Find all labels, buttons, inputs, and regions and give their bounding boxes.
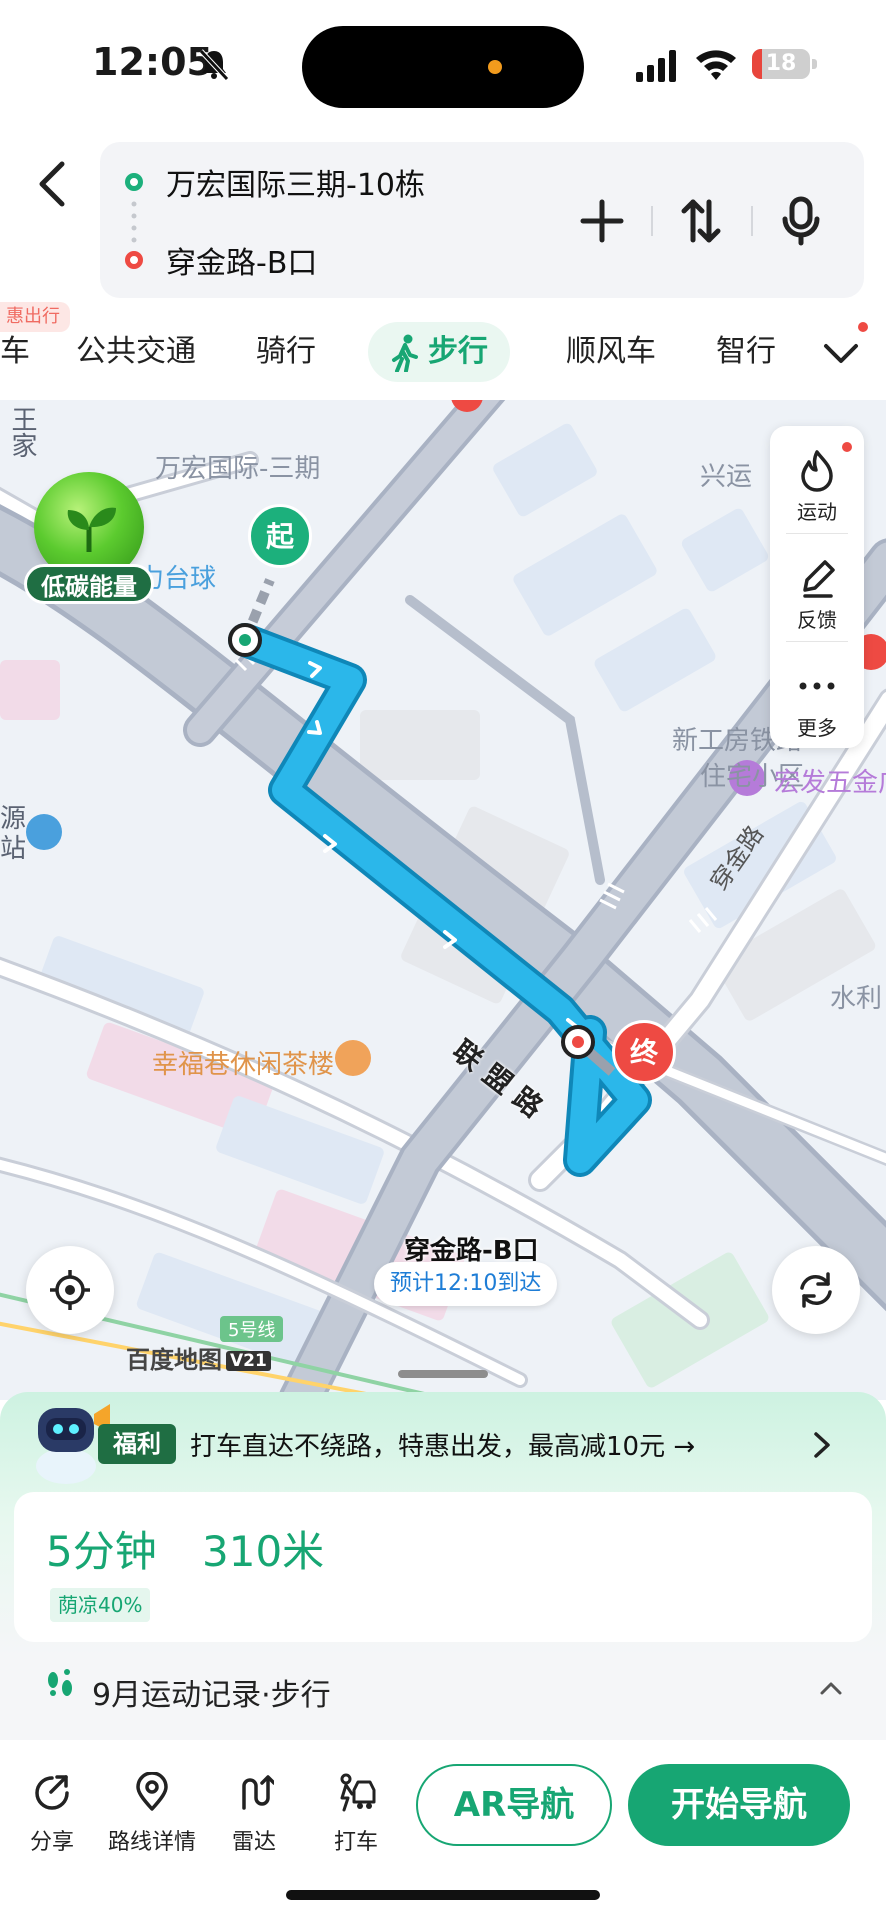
ar-navigation-button[interactable]: AR导航 [416, 1764, 612, 1846]
radar-route-icon [242, 1775, 274, 1810]
wifi-icon [696, 50, 736, 80]
route-distance: 310米 [202, 1527, 325, 1576]
battery-indicator: 18 [752, 49, 810, 79]
share-icon [35, 1775, 69, 1810]
shade-badge: 荫凉40% [50, 1588, 151, 1622]
status-bar: 12:05 18 [0, 0, 886, 130]
chevron-up-icon[interactable] [816, 1676, 846, 1700]
map-label-shuili: 水利 [830, 984, 883, 1014]
taxi-person-icon [340, 1773, 376, 1812]
start-navigation-button[interactable]: 开始导航 [628, 1764, 850, 1846]
feedback-button[interactable]: 反馈 [770, 534, 864, 640]
map-side-panel: 运动 反馈 更多 [770, 426, 864, 748]
low-carbon-energy-button[interactable]: 低碳能量 [24, 472, 154, 622]
more-dots-icon [799, 682, 835, 690]
tab-carpool[interactable]: 顺风车 [566, 322, 656, 382]
promo-badge: 惠出行 [0, 302, 70, 332]
promo-tag: 福利 [98, 1424, 176, 1464]
chevron-right-icon[interactable] [810, 1428, 834, 1462]
start-location-field[interactable]: 万宏国际三期-10栋 [166, 160, 425, 204]
battery-cap [812, 59, 817, 69]
start-pin-label: 起 [248, 504, 312, 568]
tab-public-transit[interactable]: 公共交通 [76, 322, 196, 382]
notification-dot [842, 442, 852, 452]
voice-input-button[interactable] [774, 194, 828, 248]
end-pin[interactable]: 终 [612, 1020, 676, 1100]
header-divider [651, 206, 653, 236]
end-location-field[interactable]: 穿金路-B口 [166, 238, 317, 282]
route-duration: 5分钟 [46, 1527, 157, 1576]
edit-pen-icon [803, 560, 835, 598]
locate-me-button[interactable] [26, 1246, 114, 1334]
exercise-record[interactable]: 9月运动记录·步行 [92, 1670, 331, 1714]
more-label: 更多 [797, 716, 837, 740]
notification-dot [858, 322, 868, 332]
map-label-vertical: 王家 [7, 406, 37, 458]
eta-chip: 预计12:10到达 [374, 1262, 558, 1306]
route-summary-card[interactable]: 5分钟 310米 荫凉40% [14, 1492, 872, 1642]
eco-label: 低碳能量 [24, 564, 154, 604]
walking-route-screen: 12:05 18 万宏国际三期-10栋 穿金路-B口 车 公共交通 骑行 步行 … [0, 0, 886, 1920]
metro-line-label: 5号线 [220, 1316, 284, 1342]
refresh-icon [800, 1272, 832, 1308]
map-label-station: 站 [0, 834, 27, 864]
tab-walking-label: 步行 [428, 334, 488, 369]
brand-name: 百度地图 [126, 1346, 222, 1374]
chevron-down-icon[interactable] [818, 330, 864, 376]
status-time: 12:05 [92, 40, 213, 84]
camera-indicator-dot [488, 60, 502, 74]
crosshair-icon [50, 1270, 90, 1310]
refresh-route-button[interactable] [772, 1246, 860, 1334]
header-divider [751, 206, 753, 236]
taxi-label: 打车 [333, 1830, 378, 1855]
start-dot-icon [125, 173, 143, 191]
walking-person-icon [392, 334, 418, 372]
location-pin-icon [136, 1772, 168, 1811]
promo-text[interactable]: 打车直达不绕路，特惠出发，最高减10元 → [190, 1426, 695, 1463]
map-label-building: 万宏国际-三期 [155, 454, 321, 484]
sheet-drag-handle[interactable] [398, 1370, 488, 1378]
map-label-xingyun: 兴运 [700, 462, 753, 492]
dynamic-island [302, 26, 584, 108]
travel-mode-tabs: 车 公共交通 骑行 步行 顺风车 智行 [0, 300, 886, 400]
start-pin[interactable]: 起 [248, 504, 312, 584]
add-waypoint-button[interactable] [575, 194, 629, 248]
end-pin-label: 终 [612, 1020, 676, 1084]
tab-smart-travel[interactable]: 智行 [716, 322, 776, 382]
silent-bell-icon [199, 49, 229, 81]
footprints-icon [48, 1669, 72, 1696]
brand-version: V21 [226, 1351, 271, 1371]
cellular-signal-icon [636, 50, 676, 82]
route-dots-connector [131, 201, 137, 243]
swap-route-button[interactable] [674, 194, 728, 248]
poi-tea-house[interactable]: 幸福巷休闲茶楼 [152, 1044, 334, 1081]
map-brand: 百度地图 V21 [126, 1340, 271, 1375]
end-dot-icon [125, 251, 143, 269]
exercise-label: 运动 [797, 500, 837, 524]
flame-icon [801, 450, 833, 492]
battery-percent: 18 [765, 51, 797, 76]
tab-walking[interactable]: 步行 [368, 322, 510, 382]
taxi-button[interactable]: 打车 [308, 1772, 404, 1855]
tab-cycling[interactable]: 骑行 [256, 322, 316, 382]
more-button[interactable]: 更多 [770, 642, 864, 748]
exercise-button[interactable]: 运动 [770, 426, 864, 532]
home-indicator [286, 1890, 600, 1900]
poi-hardware[interactable]: 宏发五金广 [774, 762, 886, 799]
back-button[interactable] [30, 156, 74, 212]
feedback-label: 反馈 [797, 608, 837, 632]
